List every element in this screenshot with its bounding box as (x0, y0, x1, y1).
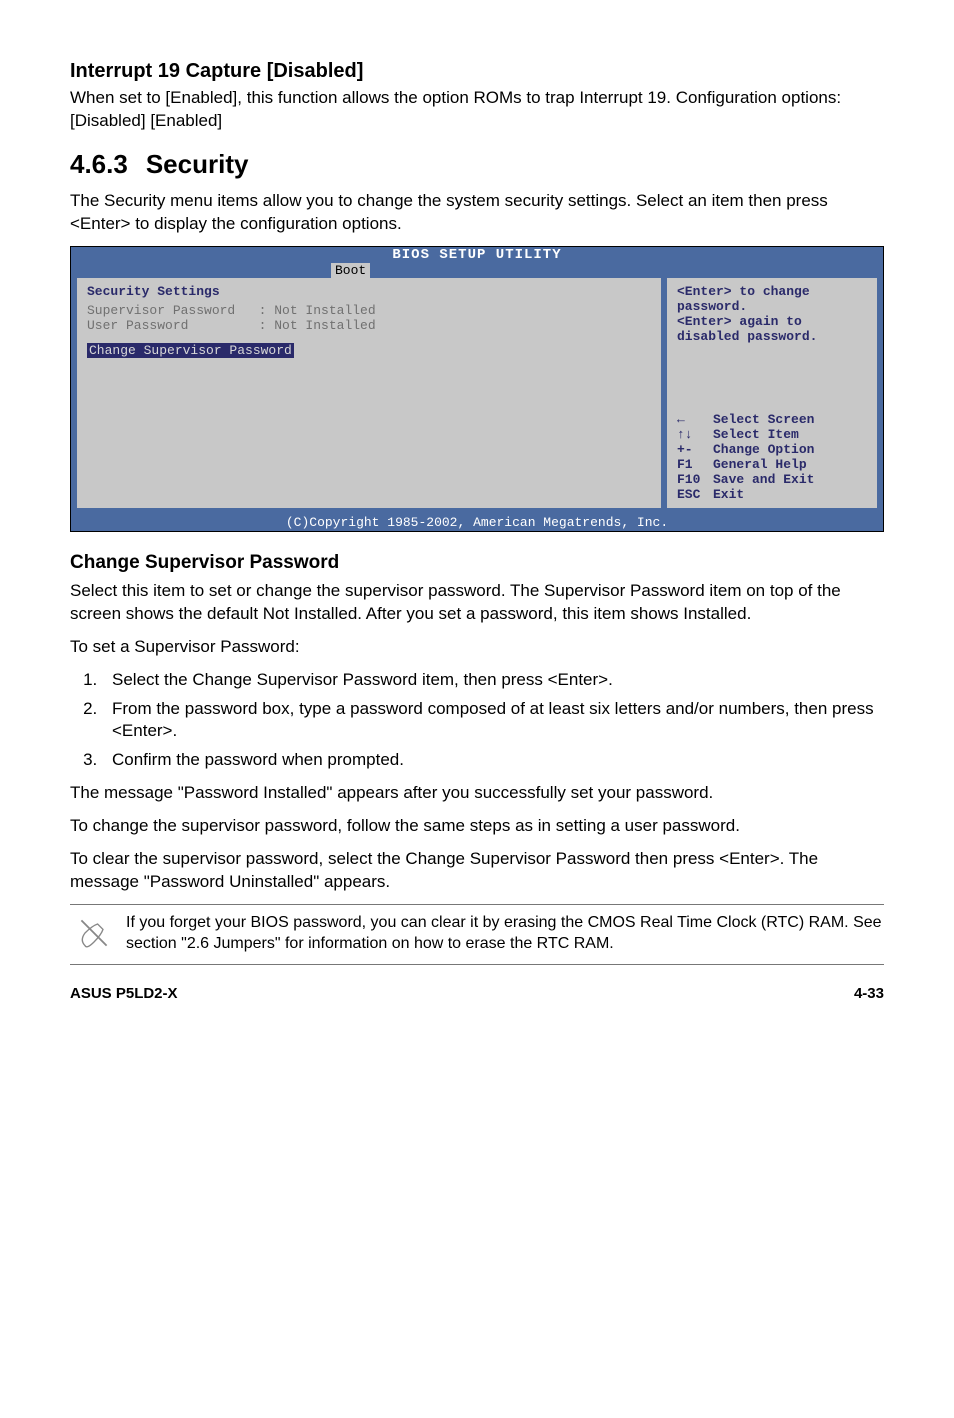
note-box: If you forget your BIOS password, you ca… (70, 904, 884, 965)
para-change-same-steps: To change the supervisor password, follo… (70, 815, 884, 838)
note-text: If you forget your BIOS password, you ca… (126, 913, 884, 955)
bios-key-desc: Select Screen (713, 412, 814, 427)
list-item: Select the Change Supervisor Password it… (102, 669, 884, 692)
bios-title: BIOS SETUP UTILITY (71, 247, 883, 263)
bios-key-desc: General Help (713, 457, 807, 472)
bios-user-password-line: User Password : Not Installed (87, 318, 651, 333)
bios-key-desc: Change Option (713, 442, 814, 457)
bios-key-legend: ←Select Screen ↑↓Select Item +-Change Op… (677, 412, 867, 502)
bios-key: +- (677, 442, 713, 457)
section-number: 4.6.3 (70, 149, 128, 179)
bios-left-panel: Security Settings Supervisor Password : … (77, 278, 661, 508)
bios-right-panel: <Enter> to change password. <Enter> agai… (667, 278, 877, 508)
bios-key-desc: Select Item (713, 427, 799, 442)
section-body-interrupt: When set to [Enabled], this function all… (70, 87, 884, 133)
bios-help-text: <Enter> to change password. <Enter> agai… (677, 284, 867, 344)
bios-tab-boot: Boot (331, 263, 370, 278)
footer-product: ASUS P5LD2-X (70, 985, 178, 1002)
bios-key: F10 (677, 472, 713, 487)
section-title: Security (146, 149, 249, 179)
bios-security-settings-heading: Security Settings (87, 284, 651, 299)
para-change-supervisor-1: Select this item to set or change the su… (70, 580, 884, 626)
page-footer: ASUS P5LD2-X 4-33 (70, 985, 884, 1002)
bios-setup-screenshot: BIOS SETUP UTILITY Boot Security Setting… (70, 246, 884, 532)
bios-key: ESC (677, 487, 713, 502)
supervisor-steps-list: Select the Change Supervisor Password it… (102, 669, 884, 773)
bios-key: F1 (677, 457, 713, 472)
bios-key: ← (677, 412, 713, 427)
bios-supervisor-password-line: Supervisor Password : Not Installed (87, 303, 651, 318)
section-heading-security: 4.6.3 Security (70, 149, 884, 180)
bios-key: ↑↓ (677, 427, 713, 442)
para-password-installed: The message "Password Installed" appears… (70, 782, 884, 805)
list-item: From the password box, type a password c… (102, 698, 884, 744)
para-set-supervisor: To set a Supervisor Password: (70, 636, 884, 659)
list-item: Confirm the password when prompted. (102, 749, 884, 772)
note-icon (70, 913, 108, 956)
bios-key-desc: Save and Exit (713, 472, 814, 487)
bios-change-supervisor-password: Change Supervisor Password (87, 343, 294, 358)
section-subtitle-interrupt: Interrupt 19 Capture [Disabled] (70, 60, 884, 83)
section-body-security: The Security menu items allow you to cha… (70, 190, 884, 236)
subsection-heading-change-supervisor: Change Supervisor Password (70, 552, 884, 574)
footer-page-number: 4-33 (854, 985, 884, 1002)
bios-key-desc: Exit (713, 487, 744, 502)
bios-copyright: (C)Copyright 1985-2002, American Megatre… (71, 514, 883, 531)
para-clear-supervisor: To clear the supervisor password, select… (70, 848, 884, 894)
